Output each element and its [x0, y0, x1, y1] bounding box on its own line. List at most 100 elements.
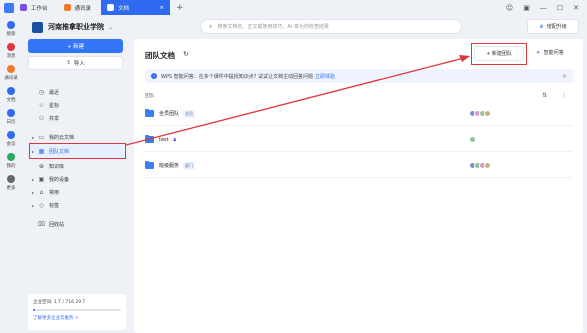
sidebar-item-recent[interactable]: ◷ 最近: [32, 87, 59, 97]
rail-label: 文档: [6, 98, 16, 103]
rail-item-messages[interactable]: 消息: [0, 43, 22, 59]
new-tab-button[interactable]: +: [170, 3, 190, 13]
team-tag: 部门: [183, 161, 196, 170]
avatar: [469, 136, 476, 143]
team-folder-icon: [145, 134, 154, 143]
column-header-team[interactable]: 团队: [145, 94, 155, 99]
search-input[interactable]: ⌕ 搜索文档名、正文或使用技巧，AI 将为你检查结果: [200, 19, 462, 34]
org-logo-icon: [32, 21, 43, 33]
org-bar: 河南推拿职业学院 ⌄ ⌕ 搜索文档名、正文或使用技巧，AI 将为你检查结果 ♛ …: [22, 15, 587, 39]
home-icon: ⌂: [39, 188, 44, 196]
smart-qa-label: 智能问答: [543, 50, 564, 56]
rail-item-meeting[interactable]: 会议: [0, 131, 22, 147]
upgrade-button[interactable]: ♛ 增配升级: [527, 19, 579, 34]
team-name: 全员团队: [159, 111, 180, 117]
trash-icon: ⌧: [38, 220, 45, 228]
team-folder-icon: [145, 160, 154, 169]
upgrade-label: 增配升级: [546, 24, 567, 30]
rail-item-search[interactable]: 搜索: [0, 21, 22, 37]
team-name: 班级服务: [159, 163, 180, 169]
share-icon: ⚇: [38, 114, 45, 122]
sidebar-item-my-devices[interactable]: ▸ ▣ 我的设备: [32, 174, 69, 184]
sidebar-item-label: 我的设备: [49, 176, 70, 183]
sidebar-item-label: 我的云文档: [49, 134, 75, 141]
close-window-button[interactable]: ✕: [573, 4, 579, 12]
search-icon: ⌕: [209, 22, 213, 30]
cloud-folder-icon: ▭: [38, 133, 45, 141]
sidebar-item-label: 标签: [49, 202, 60, 209]
import-label: 导入: [73, 61, 85, 67]
rail-item-calendar[interactable]: 日历: [0, 109, 22, 125]
new-button[interactable]: + 新建: [28, 39, 123, 53]
layout-icon[interactable]: ▣: [523, 4, 530, 12]
rail-item-more[interactable]: 更多: [0, 175, 22, 191]
avatar: [484, 162, 491, 169]
close-icon[interactable]: ×: [159, 5, 164, 11]
team-icon: ▦: [38, 147, 45, 155]
feedback-icon[interactable]: ☺: [506, 4, 513, 12]
maximize-button[interactable]: ☐: [557, 4, 563, 12]
refresh-icon[interactable]: ↻: [183, 50, 189, 58]
new-team-button[interactable]: + 新建团队: [474, 46, 524, 61]
sort-options-icon[interactable]: ⇅ ⋮: [542, 92, 573, 99]
more-icon: [7, 175, 15, 183]
rail-label: 更多: [6, 186, 16, 191]
import-button[interactable]: ⇪ 导入: [28, 56, 123, 70]
team-name: test: [159, 136, 169, 143]
sidebar-item-shared[interactable]: ⚇ 共享: [32, 113, 59, 123]
org-name[interactable]: 河南推拿职业学院: [48, 22, 104, 32]
sidebar-item-knowledge-base[interactable]: ⊕ 知识库: [32, 161, 64, 171]
close-icon[interactable]: ×: [562, 73, 567, 80]
main-panel: 团队文档 ↻ + 新建团队 ✦ 智能问答 i WPS 智能问答：在多个课件中提找…: [134, 39, 583, 333]
sparkle-icon: ✦: [536, 50, 541, 56]
calendar-icon: [7, 109, 15, 117]
sidebar-item-label: 星标: [49, 102, 60, 109]
sidebar-item-my-cloud[interactable]: ▸ ▭ 我的云文档: [32, 132, 74, 142]
tag-icon: ◇: [39, 201, 44, 209]
sidebar-item-label: 最近: [49, 89, 60, 96]
member-avatars: [469, 110, 491, 117]
message-icon: [7, 43, 15, 51]
contacts-icon: [63, 4, 71, 11]
banner-text: WPS 智能问答：在多个课件中提找知识点? 试试让文档主动回答问题: [161, 73, 313, 80]
team-tag: 全员: [183, 109, 196, 118]
search-icon: [7, 21, 15, 29]
doc-icon: [7, 87, 15, 95]
device-icon: ▣: [38, 175, 45, 183]
tab-workbench[interactable]: 工作台: [14, 0, 58, 15]
storage-text: 企业空间: 1 T / 716.29 T: [33, 300, 86, 305]
meeting-icon: [7, 131, 15, 139]
sidebar-item-frequent[interactable]: ▸ ⌂ 常用: [32, 187, 59, 197]
table-row[interactable]: 全员团队 全员: [145, 102, 573, 126]
rail-item-docs[interactable]: 文档: [0, 87, 22, 103]
chevron-down-icon[interactable]: ⌄: [108, 24, 113, 31]
sidebar-item-label: 共享: [49, 115, 60, 122]
user-icon: ♟: [172, 136, 178, 143]
workbench-icon: [20, 4, 27, 11]
minimize-button[interactable]: —: [540, 4, 547, 12]
sidebar-item-label: 回收站: [49, 221, 65, 228]
app-logo-icon: [4, 2, 14, 13]
member-avatars: [469, 136, 476, 143]
info-icon: i: [151, 73, 157, 79]
table-header: 团队 ⇅ ⋮: [145, 92, 573, 102]
storage-upgrade-link[interactable]: 了解更多企业云服务 >: [33, 315, 121, 321]
tab-label: 工作台: [31, 5, 48, 12]
banner-try-link[interactable]: 立即体验: [315, 73, 335, 80]
table-row[interactable]: test ♟: [145, 128, 573, 152]
sidebar-item-trash[interactable]: ⌧ 回收站: [32, 219, 64, 229]
sidebar-item-starred[interactable]: ☆ 星标: [32, 100, 59, 110]
rail-label: 日历: [6, 120, 16, 125]
sidebar-item-team-docs[interactable]: ▸ ▦ 团队文档: [32, 146, 69, 156]
sidebar: + 新建 ⇪ 导入 ◷ 最近 ☆ 星标 ⚇ 共享 ▸ ▭ 我的云文档 ▸ ▦ 团…: [22, 39, 132, 333]
rail-item-contacts[interactable]: 通讯录: [0, 65, 22, 81]
storage-progress-bar: [33, 309, 121, 311]
rail-item-me[interactable]: 我的: [0, 153, 22, 169]
table-row[interactable]: 班级服务 部门: [145, 154, 573, 178]
rail-label: 通讯录: [4, 76, 18, 81]
sidebar-item-tags[interactable]: ▸ ◇ 标签: [32, 200, 59, 210]
rail-label: 搜索: [6, 32, 16, 37]
tab-contacts[interactable]: 通讯录: [58, 0, 102, 15]
smart-qa-button[interactable]: ✦ 智能问答: [536, 49, 564, 56]
tab-docs[interactable]: 文档 ×: [101, 0, 171, 15]
